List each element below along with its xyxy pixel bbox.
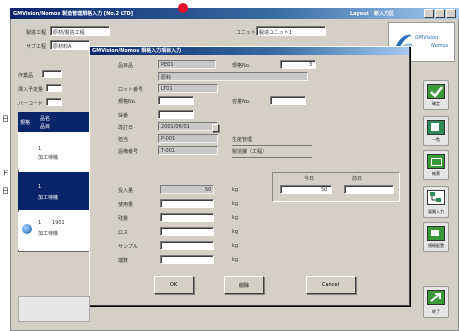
unit-0: kg [232, 187, 239, 193]
unit-1: kg [232, 201, 239, 207]
amount-label-3: ロス [118, 230, 129, 236]
sheet-icon [427, 154, 445, 169]
logo-line1: GMVision [415, 35, 439, 41]
header-label-2: サブ工程 [26, 44, 47, 50]
left-label-1: 作業品 [18, 73, 34, 79]
status-strip [18, 296, 90, 322]
expand-input-button[interactable]: 展開入力 [423, 186, 449, 218]
lot-field[interactable]: LT01 [158, 84, 218, 93]
report-icon [427, 226, 445, 241]
hinmei-field[interactable]: 原料 [158, 72, 308, 81]
saiban-field[interactable] [158, 110, 194, 119]
globe-icon [22, 224, 32, 234]
unit-3: kg [232, 229, 239, 235]
amount-label-1: 使用量 [118, 202, 134, 208]
table-row[interactable]: 1 加工待機 [18, 132, 92, 170]
today-field[interactable]: 50 [280, 185, 332, 194]
date-picker-button[interactable] [212, 124, 219, 132]
table-header: 規格 品名 品目 [18, 112, 92, 132]
report-button[interactable]: 規格配置 [423, 222, 449, 252]
hinban-field[interactable]: PE01 [158, 60, 216, 69]
check-icon [427, 84, 445, 99]
left-field-2[interactable] [46, 84, 62, 92]
tanto-name-underline [232, 145, 312, 146]
ok-button[interactable]: OK [154, 276, 194, 294]
red-marker [178, 3, 188, 13]
label-yoryo: 容量No. [232, 99, 251, 105]
before-label: 前日 [352, 176, 363, 182]
table-row[interactable]: 1 1901 加工待機 [18, 212, 92, 250]
unit-4: kg [232, 243, 239, 249]
left-field-1[interactable] [42, 70, 62, 78]
amount-field-1[interactable] [160, 199, 214, 208]
tanto-name: 生産管理 [232, 137, 253, 143]
label-hinban: 品目品 [118, 63, 134, 69]
amount-field-2[interactable] [160, 213, 214, 222]
label-kikaku: 規格No. [118, 99, 137, 105]
tanto-field[interactable]: P-001 [158, 134, 218, 143]
amount-field-5[interactable] [160, 255, 214, 264]
amount-field-0[interactable]: 50 [160, 185, 214, 194]
kikaku-r-field[interactable]: 3 [280, 60, 316, 69]
delete-button[interactable]: 削除 [224, 276, 264, 294]
header-field-3[interactable]: 製造ユニット1 [256, 26, 326, 36]
today-label: 今日 [304, 176, 315, 182]
main-title-right: Layout 新入力区 [350, 11, 395, 17]
amount-field-4[interactable] [160, 241, 214, 250]
header-label-1: 製造工程 [26, 30, 47, 36]
amount-label-2: 残量 [118, 216, 129, 222]
minimize-button[interactable] [424, 9, 434, 18]
label-jidai: 改訂日 [118, 125, 134, 131]
label-tanto: 担当 [118, 137, 129, 143]
side-char-3: 日 [2, 187, 9, 195]
dialog-titlebar[interactable]: GMVision/Nomos 規格入力項目入力 [90, 47, 409, 55]
close-button[interactable] [446, 9, 456, 18]
tree-icon [427, 190, 445, 205]
side-char-2: ド [2, 169, 9, 177]
before-field[interactable] [344, 185, 394, 194]
amount-field-3[interactable] [160, 227, 214, 236]
setubi-name: 製造課（工程） [232, 149, 268, 155]
label-setubi: 設備番号 [118, 149, 139, 155]
amount-label-4: サンプル [118, 244, 138, 250]
date-field[interactable]: 2001/06/01 [158, 122, 218, 131]
label-saiban: 採番 [118, 113, 129, 119]
left-field-3[interactable] [46, 98, 62, 106]
table-row[interactable]: 1 加工待機 [18, 172, 92, 210]
exit-button[interactable]: 終了 [423, 286, 449, 318]
left-label-2: 挿入予定量 [18, 87, 44, 93]
amount-label-5: 端数 [118, 258, 129, 264]
dialog-title: GMVision/Nomos 規格入力項目入力 [92, 48, 182, 54]
logo-line2: Nomos [431, 43, 449, 49]
main-titlebar[interactable]: GMVision/Nomos 製造管理規格入力 [No.2 LTD] Layou… [10, 8, 459, 19]
left-label-3: バーコード [18, 101, 44, 107]
sheet-button[interactable]: 帳票 [423, 150, 449, 180]
document-icon [427, 120, 445, 135]
unit-5: kg [232, 257, 239, 263]
header-field-2[interactable]: 原材料A [50, 40, 90, 50]
yoryo-field[interactable] [270, 96, 306, 105]
header-label-3: ユニット [236, 30, 257, 36]
list-button[interactable]: 一覧 [423, 116, 449, 146]
exit-icon [427, 290, 445, 305]
amount-label-0: 投入量 [118, 188, 134, 194]
main-title: GMVision/Nomos 製造管理規格入力 [No.2 LTD] [13, 11, 134, 17]
label-lot: ロット番号 [118, 87, 144, 93]
confirm-button[interactable]: 確定 [423, 80, 449, 110]
setubi-field[interactable]: T-001 [158, 146, 218, 155]
header-field-1[interactable]: 原材/製造工程 [50, 26, 110, 36]
side-char-1: 日 [2, 115, 9, 123]
label-kikaku-r: 規格No. [232, 63, 251, 69]
cancel-button[interactable]: Cancel [306, 276, 356, 294]
maximize-button[interactable] [435, 9, 445, 18]
kikaku-field[interactable] [158, 96, 194, 105]
unit-2: kg [232, 215, 239, 221]
setubi-name-underline [232, 157, 312, 158]
